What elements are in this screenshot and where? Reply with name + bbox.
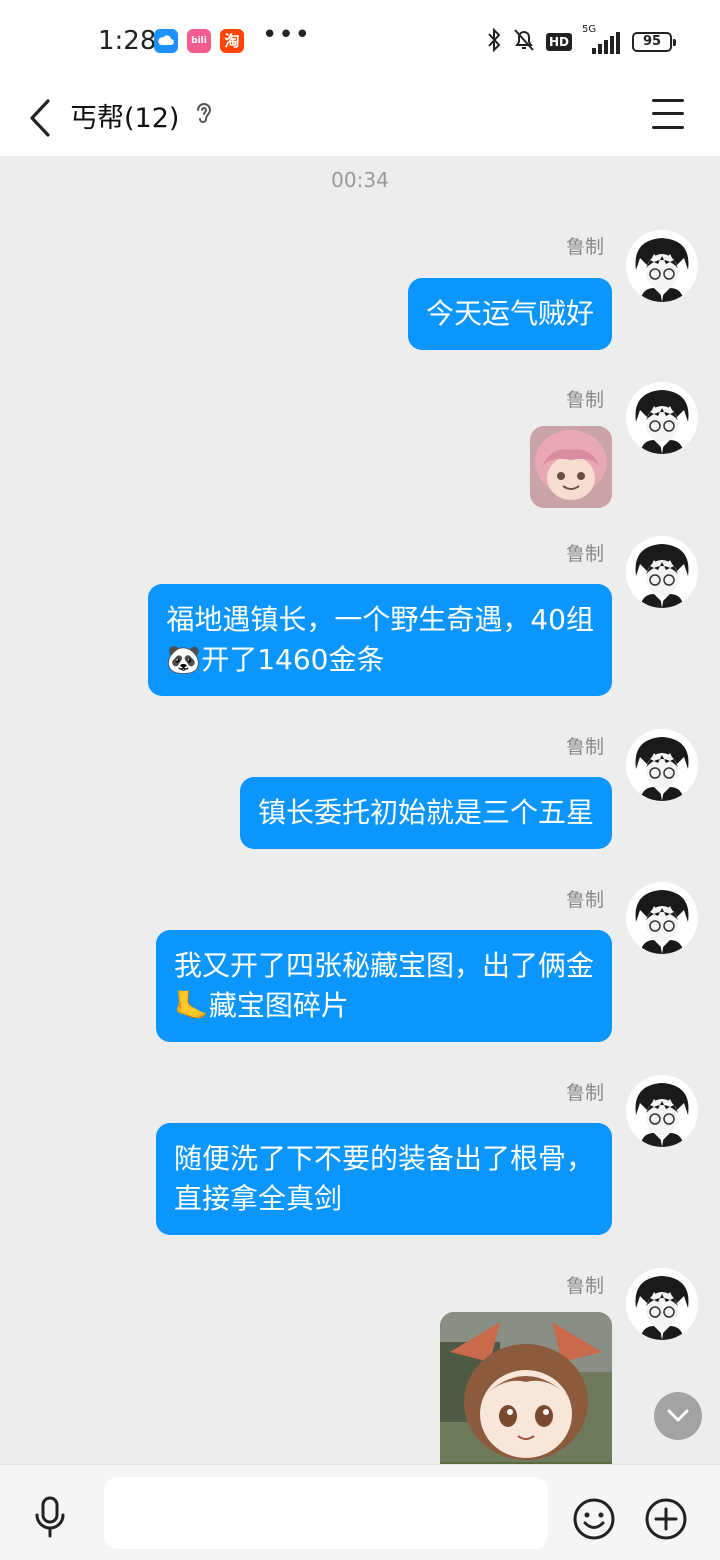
bilibili-app-icon: bili — [187, 29, 211, 53]
sender-name: 鲁制 — [565, 236, 604, 258]
message-line: 🦶藏宝图碎片 — [173, 989, 349, 1022]
plus-circle-icon[interactable] — [644, 1497, 688, 1541]
hamburger-menu-icon[interactable] — [652, 94, 692, 134]
message-bubble[interactable]: 随便洗了下不要的装备出了根骨， 直接拿全真剑 — [155, 1123, 612, 1235]
scroll-to-bottom-button[interactable] — [654, 1392, 702, 1440]
chat-messages[interactable]: 00:34 鲁制 今天运气贼好 鲁制 鲁制 福地遇镇长，一个野生奇遇，40组 🐼… — [0, 156, 720, 1464]
message-line: 随便洗了下不要的装备出了根骨， — [173, 1142, 594, 1175]
hd-icon: HD — [545, 33, 572, 51]
sender-name: 鲁制 — [565, 736, 604, 758]
status-bar: 1:28 bili 淘 ••• HD 5G 95 — [0, 0, 720, 84]
status-time: 1:28 — [98, 26, 157, 56]
sender-name: 鲁制 — [565, 389, 604, 411]
sender-name: 鲁制 — [565, 1275, 604, 1297]
pink-hair-anime-girl-sticker[interactable] — [530, 426, 612, 508]
message-timestamp: 00:34 — [331, 168, 389, 192]
avatar[interactable] — [626, 882, 698, 954]
ear-icon[interactable] — [192, 99, 216, 129]
avatar[interactable] — [626, 230, 698, 302]
smiley-icon[interactable] — [572, 1497, 616, 1541]
chevron-left-icon — [30, 99, 50, 137]
message-line: 福地遇镇长，一个野生奇遇，40组 — [166, 603, 594, 636]
message-line: 🐼开了1460金条 — [166, 643, 385, 676]
battery-icon: 95 — [632, 32, 676, 52]
message-line: 我又开了四张秘藏宝图，出了俩金 — [173, 949, 594, 982]
message-bubble[interactable]: 今天运气贼好 — [407, 278, 612, 350]
brown-hair-anime-girl-sticker[interactable] — [440, 1312, 612, 1464]
message-bubble[interactable]: 福地遇镇长，一个野生奇遇，40组 🐼开了1460金条 — [148, 584, 612, 696]
sender-name: 鲁制 — [565, 889, 604, 911]
message-bubble[interactable]: 镇长委托初始就是三个五星 — [239, 777, 612, 849]
more-notifications-icon: ••• — [262, 20, 312, 50]
chat-header: 丐帮(12) — [0, 84, 720, 156]
sender-name: 鲁制 — [565, 543, 604, 565]
microphone-icon[interactable] — [30, 1495, 70, 1539]
avatar[interactable] — [626, 1268, 698, 1340]
chat-title[interactable]: 丐帮(12) — [70, 96, 179, 135]
signal-icon: 5G — [582, 24, 622, 54]
status-indicators: HD 5G 95 — [486, 24, 676, 58]
chevron-down-icon — [667, 1409, 689, 1422]
message-input[interactable] — [104, 1477, 548, 1549]
bluetooth-icon — [486, 27, 502, 58]
avatar[interactable] — [626, 1075, 698, 1147]
back-button[interactable] — [18, 90, 62, 146]
cloud-app-icon — [154, 29, 178, 53]
sender-name: 鲁制 — [565, 1082, 604, 1104]
avatar[interactable] — [626, 536, 698, 608]
mute-bell-icon — [512, 27, 536, 58]
message-line: 直接拿全真剑 — [173, 1182, 342, 1215]
avatar[interactable] — [626, 729, 698, 801]
taobao-app-icon: 淘 — [220, 29, 244, 53]
avatar[interactable] — [626, 382, 698, 454]
input-bar — [0, 1464, 720, 1560]
message-bubble[interactable]: 我又开了四张秘藏宝图，出了俩金 🦶藏宝图碎片 — [155, 930, 612, 1042]
